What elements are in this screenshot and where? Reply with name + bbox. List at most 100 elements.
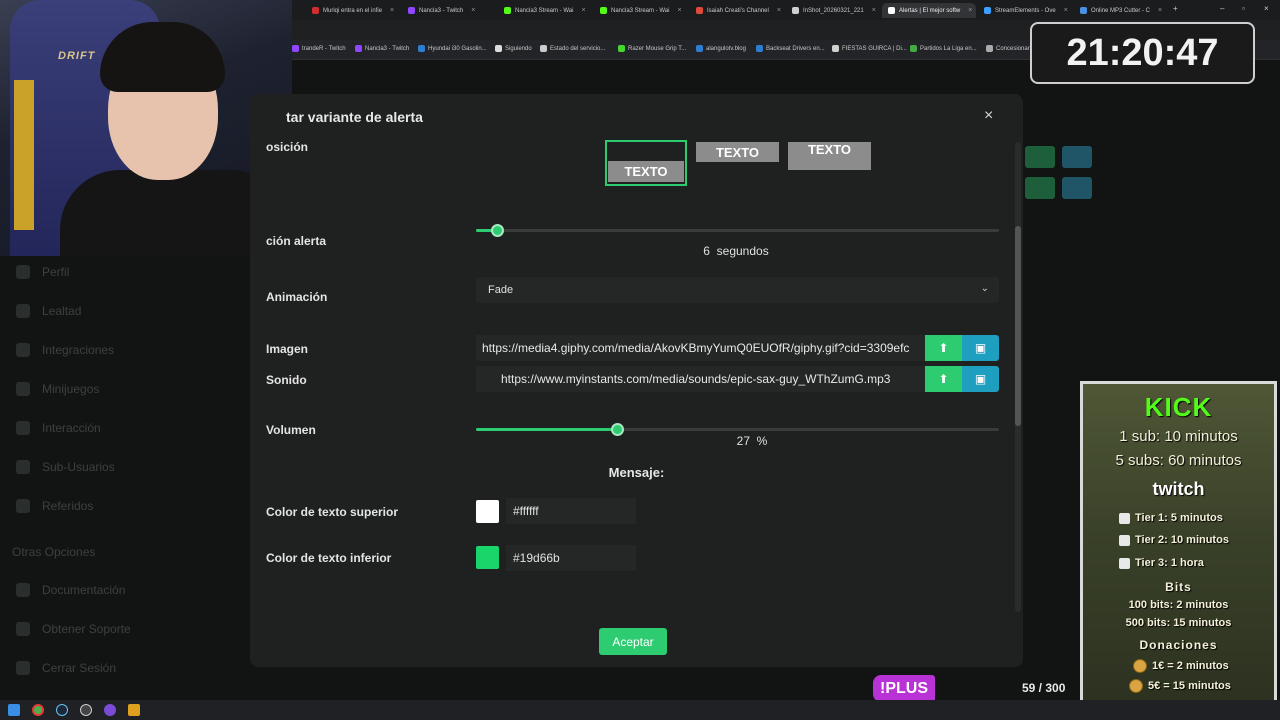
bookmark[interactable]: Razer Mouse Grip T...: [618, 45, 686, 52]
bookmark[interactable]: Partidos La Liga en...: [910, 45, 977, 52]
bookmark-favicon-icon: [292, 45, 299, 52]
subathon-info-panel: KICK 1 sub: 10 minutos 5 subs: 60 minuto…: [1080, 381, 1277, 718]
position-option[interactable]: TEXTO: [788, 142, 871, 170]
subscriber-counter: 59 / 300: [1022, 681, 1066, 695]
top-text-color-input[interactable]: #ffffff: [506, 498, 636, 524]
browser-tab[interactable]: Muriqi entra en el infie ×: [306, 3, 402, 18]
bits-heading: Bits: [1165, 580, 1192, 594]
bookmark-favicon-icon: [495, 45, 502, 52]
gamepad-icon: [16, 382, 30, 396]
folder-icon[interactable]: [128, 704, 140, 716]
stream-clock: 21:20:47: [1030, 22, 1255, 84]
bottom-text-color-input[interactable]: #19d66b: [506, 545, 636, 571]
close-tab-icon[interactable]: ×: [872, 7, 876, 14]
bookmark-favicon-icon: [756, 45, 763, 52]
bookmark[interactable]: Backseat Drivers en...: [756, 45, 825, 52]
duration-slider-thumb[interactable]: [490, 224, 504, 237]
close-tab-icon[interactable]: ×: [471, 7, 475, 14]
accept-button[interactable]: Aceptar: [599, 628, 667, 655]
sidebar-item-minijuegos[interactable]: Minijuegos: [16, 382, 99, 396]
twitch-logo: twitch: [1152, 479, 1205, 499]
close-tab-icon[interactable]: ×: [1064, 7, 1068, 14]
app-icon[interactable]: [104, 704, 116, 716]
obs-icon[interactable]: [80, 704, 92, 716]
browser-tab[interactable]: Nancla3 Stream - Wai ×: [498, 3, 592, 18]
duration-slider-track[interactable]: [476, 229, 999, 232]
sidebar-item-lealtad[interactable]: Lealtad: [16, 304, 81, 318]
browser-tab[interactable]: Nancla3 Stream - Wai ×: [594, 3, 688, 18]
chrome-icon[interactable]: [32, 704, 44, 716]
animation-label: Animación: [266, 290, 328, 304]
position-option[interactable]: TEXTO: [696, 142, 779, 162]
browser-tab[interactable]: StreamElements - Ove ×: [978, 3, 1072, 18]
volume-slider-fill: [476, 428, 618, 431]
sidebar-item-soporte[interactable]: Obtener Soporte: [16, 622, 131, 636]
close-tab-icon[interactable]: ×: [777, 7, 781, 14]
twitch-icon: [1119, 534, 1130, 546]
bookmark[interactable]: Siguiendo: [495, 45, 532, 52]
close-tab-icon[interactable]: ×: [677, 7, 681, 14]
sidebar-item-documentacion[interactable]: Documentación: [16, 583, 125, 597]
sound-library-button[interactable]: ▣: [962, 366, 999, 392]
sidebar-item-sub-usuarios[interactable]: Sub-Usuarios: [16, 460, 115, 474]
bottom-text-color-swatch[interactable]: [476, 546, 499, 569]
chevron-down-icon: ⌄: [980, 283, 989, 294]
volume-slider-thumb[interactable]: [611, 423, 625, 436]
sidebar-item-integraciones[interactable]: Integraciones: [16, 343, 114, 357]
browser-tab[interactable]: InShot_20260321_221 ×: [786, 3, 880, 18]
close-tab-icon[interactable]: ×: [1158, 7, 1162, 14]
position-option-label: TEXTO: [807, 142, 852, 157]
twitch-tier-line: Tier 3: 1 hora: [1119, 557, 1204, 569]
bookmark[interactable]: alangulotv.blog: [696, 45, 746, 52]
image-url-input[interactable]: https://media4.giphy.com/media/AkovKBmyY…: [476, 335, 925, 361]
new-tab-icon[interactable]: +: [1173, 4, 1178, 13]
sound-url-input[interactable]: https://www.myinstants.com/media/sounds/…: [476, 366, 925, 392]
close-icon[interactable]: ×: [984, 107, 993, 125]
minimize-icon[interactable]: –: [1220, 4, 1224, 13]
sound-upload-button[interactable]: ⬆: [925, 366, 962, 392]
sidebar-item-cerrar-sesion[interactable]: Cerrar Sesión: [16, 661, 116, 675]
coin-icon: [1133, 659, 1147, 673]
position-option-selected[interactable]: TEXTO: [605, 140, 687, 186]
bookmark-favicon-icon: [618, 45, 625, 52]
browser-tab[interactable]: Isaiah Creati's Channel ×: [690, 3, 784, 18]
bookmark[interactable]: Estado del servicio...: [540, 45, 605, 52]
image-library-button[interactable]: ▣: [962, 335, 999, 361]
close-tab-icon[interactable]: ×: [390, 7, 394, 14]
gallery-icon: ▣: [974, 372, 987, 386]
bookmark[interactable]: FIESTAS GUIRCA | Di...: [832, 45, 907, 52]
twitch-icon: [1119, 557, 1130, 569]
close-tab-icon[interactable]: ×: [581, 7, 585, 14]
window-close-icon[interactable]: ×: [1264, 4, 1269, 13]
tab-favicon-icon: [504, 7, 511, 14]
upload-icon: ⬆: [938, 341, 949, 355]
twitch-tier-line: Tier 2: 10 minutos: [1119, 534, 1229, 546]
duration-value: 6: [703, 244, 710, 258]
maximize-icon[interactable]: ▫: [1242, 4, 1245, 13]
bookmark-favicon-icon: [986, 45, 993, 52]
browser-tab[interactable]: Online MP3 Cutter - C ×: [1074, 3, 1168, 18]
browser-tab[interactable]: Nancla3 - Twitch ×: [402, 3, 496, 18]
gallery-icon: ▣: [974, 341, 987, 355]
streamer-hair: [100, 22, 225, 92]
music-icon: [16, 421, 30, 435]
bookmark[interactable]: Concesionario: [986, 45, 1034, 52]
bookmark[interactable]: Hyundai i30 Gasolin...: [418, 45, 487, 52]
upload-icon: ⬆: [938, 372, 949, 386]
image-upload-button[interactable]: ⬆: [925, 335, 962, 361]
browser-tab-active[interactable]: Alertas | El mejor softw ×: [882, 3, 976, 18]
bookmark[interactable]: trandeR - Twitch: [292, 45, 346, 52]
sidebar-item-referidos[interactable]: Referidos: [16, 499, 93, 513]
animation-select[interactable]: Fade ⌄: [476, 277, 999, 303]
steam-icon[interactable]: [56, 704, 68, 716]
modal-scrollbar-thumb[interactable]: [1015, 226, 1021, 426]
top-text-color-swatch[interactable]: [476, 500, 499, 523]
close-tab-icon[interactable]: ×: [968, 7, 972, 14]
plus-command-badge: !PLUS: [873, 675, 935, 702]
bookmark[interactable]: Nancla3 - Twitch: [355, 45, 409, 52]
modal-scrollbar[interactable]: [1015, 142, 1021, 612]
sidebar-item-perfil[interactable]: Perfil: [16, 265, 69, 279]
start-icon[interactable]: [8, 704, 20, 716]
sidebar-item-interaccion[interactable]: Interacción: [16, 421, 101, 435]
user-icon: [16, 265, 30, 279]
